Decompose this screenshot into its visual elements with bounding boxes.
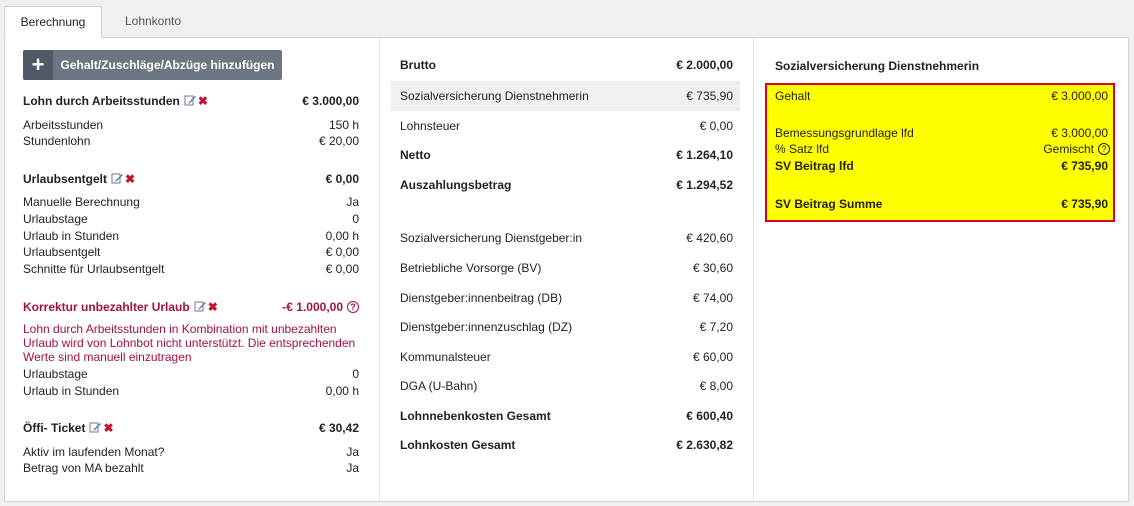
section-header-korrektur: Korrektur unbezahlter Urlaub ✖ -€ 1.000,0…	[23, 299, 359, 315]
detail-row: Urlaub in Stunden 0,00 h	[23, 229, 359, 243]
section-title: Öffi- Ticket	[23, 421, 86, 435]
help-icon[interactable]: ?	[1098, 143, 1110, 155]
section-title: Lohn durch Arbeitsstunden	[23, 94, 180, 108]
plus-icon: +	[23, 50, 53, 80]
sv-row-bemessung: Bemessungsgrundlage lfd € 3.000,00	[775, 126, 1108, 140]
section-value: € 30,42	[318, 421, 359, 435]
summary-row-sv-dn[interactable]: Sozialversicherung Dienstnehmerin € 735,9…	[400, 88, 733, 104]
section-value: € 3.000,00	[302, 94, 359, 108]
detail-row: Arbeitsstunden 150 h	[23, 118, 359, 132]
summary-row-db: Dienstgeber:innenbeitrag (DB) € 74,00	[400, 291, 733, 305]
detail-panel-title: Sozialversicherung Dienstnehmerin	[775, 59, 980, 73]
tab-bar: Berechnung Lohnkonto	[0, 0, 1134, 38]
column-divider	[753, 38, 754, 501]
detail-row: Urlaubsentgelt € 0,00	[23, 245, 359, 259]
tab-berechnung[interactable]: Berechnung	[4, 6, 102, 38]
add-salary-button[interactable]: + Gehalt/Zuschläge/Abzüge hinzufügen	[23, 50, 282, 80]
delete-icon[interactable]: ✖	[125, 173, 135, 185]
edit-icon[interactable]	[194, 300, 206, 312]
section-value: € 0,00	[325, 172, 359, 186]
detail-row: Urlaub in Stunden 0,00 h	[23, 384, 359, 398]
tab-lohnkonto[interactable]: Lohnkonto	[106, 6, 200, 38]
detail-row: Manuelle Berechnung Ja	[23, 195, 359, 209]
summary-row-lnk-gesamt: Lohnnebenkosten Gesamt € 600,40	[400, 409, 733, 423]
summary-row-lohnsteuer: Lohnsteuer € 0,00	[400, 119, 733, 133]
summary-row-dga: DGA (U-Bahn) € 8,00	[400, 379, 733, 393]
section-title: Urlaubsentgelt	[23, 172, 108, 186]
detail-row: Aktiv im laufenden Monat? Ja	[23, 445, 359, 459]
summary-row-dz: Dienstgeber:innenzuschlag (DZ) € 7,20	[400, 320, 733, 334]
column-divider	[379, 38, 380, 501]
detail-row: Stundenlohn € 20,00	[23, 134, 359, 148]
add-salary-button-label: Gehalt/Zuschläge/Abzüge hinzufügen	[60, 58, 275, 72]
edit-icon[interactable]	[184, 94, 196, 106]
sv-row-satz: % Satz lfd Gemischt?	[775, 141, 1125, 157]
summary-row-kommunalsteuer: Kommunalsteuer € 60,00	[400, 350, 733, 364]
sv-row-beitrag-lfd: SV Beitrag lfd € 735,90	[775, 159, 1108, 173]
delete-icon[interactable]: ✖	[198, 95, 208, 107]
summary-row-netto: Netto € 1.264,10	[400, 148, 733, 162]
section-title: Korrektur unbezahlter Urlaub	[23, 300, 190, 314]
help-icon[interactable]: ?	[347, 301, 359, 313]
delete-icon[interactable]: ✖	[103, 422, 113, 434]
warning-message: Lohn durch Arbeitsstunden in Kombination…	[23, 322, 356, 364]
summary-row-lohnkosten-gesamt: Lohnkosten Gesamt € 2.630,82	[400, 438, 733, 452]
sv-row-gehalt: Gehalt € 3.000,00	[775, 89, 1108, 103]
detail-row: Urlaubstage 0	[23, 367, 359, 381]
summary-row-sv-dg: Sozialversicherung Dienstgeber:in € 420,6…	[400, 231, 733, 245]
edit-icon[interactable]	[89, 421, 102, 433]
detail-row: Schnitte für Urlaubsentgelt € 0,00	[23, 262, 359, 276]
detail-row: Betrag von MA bezahlt Ja	[23, 461, 359, 475]
section-header-urlaub: Urlaubsentgelt ✖ € 0,00	[23, 171, 359, 187]
section-value: -€ 1.000,00	[282, 300, 343, 314]
delete-icon[interactable]: ✖	[208, 301, 218, 313]
edit-icon[interactable]	[111, 172, 124, 184]
sv-row-beitrag-summe: SV Beitrag Summe € 735,90	[775, 197, 1108, 211]
summary-row-auszahlung: Auszahlungsbetrag € 1.294,52	[400, 178, 733, 192]
detail-row: Urlaubstage 0	[23, 212, 359, 226]
main-panel: + Gehalt/Zuschläge/Abzüge hinzufügen Loh…	[4, 37, 1129, 502]
summary-row-brutto: Brutto € 2.000,00	[400, 58, 733, 72]
section-header-ticket: Öffi- Ticket ✖ € 30,42	[23, 420, 359, 436]
section-header-lohn: Lohn durch Arbeitsstunden ✖ € 3.000,00	[23, 93, 359, 109]
summary-row-bv: Betriebliche Vorsorge (BV) € 30,60	[400, 261, 733, 275]
